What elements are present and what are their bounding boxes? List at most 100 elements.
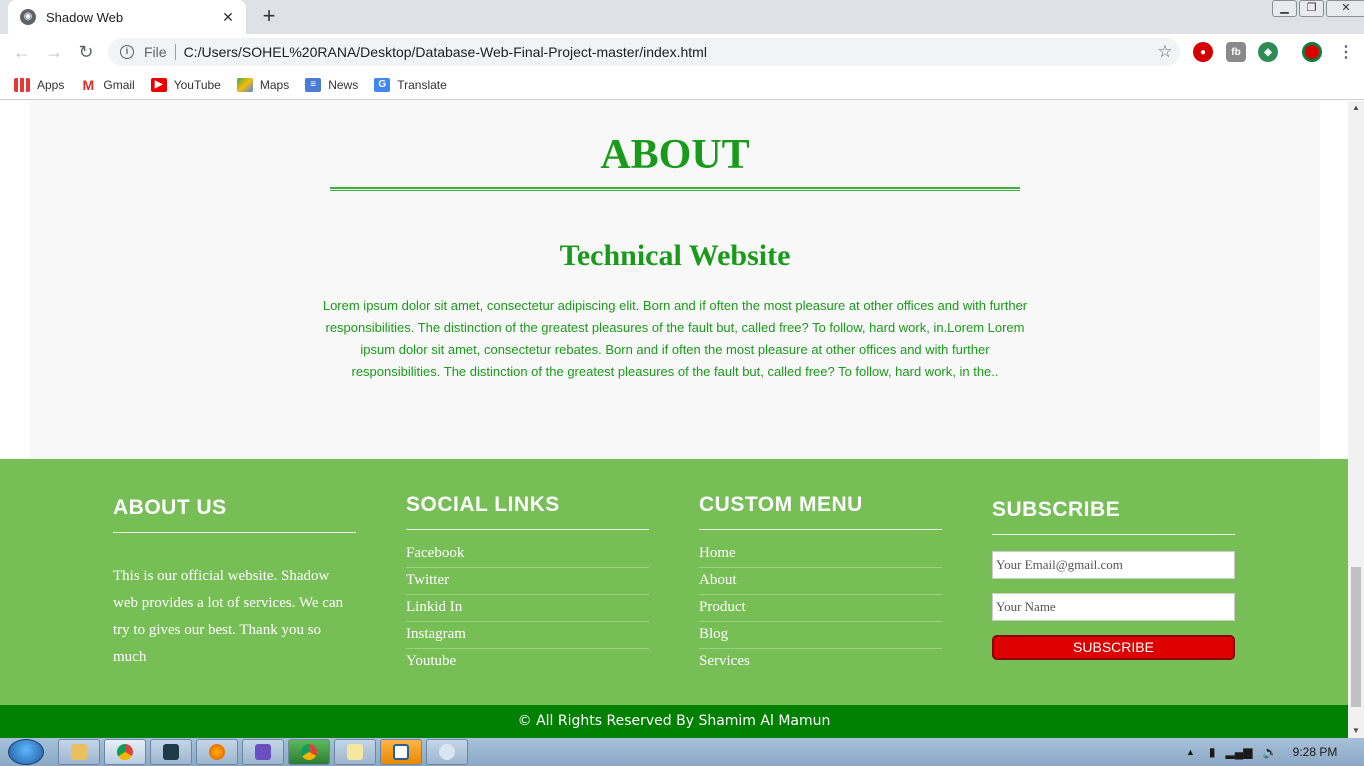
taskbar-app-terminal[interactable] bbox=[150, 739, 192, 765]
start-button[interactable] bbox=[8, 739, 44, 765]
adblock-extension-icon[interactable]: ● bbox=[1193, 42, 1213, 62]
footer-social-title: SOCIAL LINKS bbox=[406, 493, 560, 516]
taskbar-explorer[interactable] bbox=[58, 739, 100, 765]
address-url[interactable]: C:/Users/SOHEL%20RANA/Desktop/Database-W… bbox=[184, 44, 1150, 60]
forward-button[interactable]: → bbox=[38, 42, 70, 63]
tab-title: Shadow Web bbox=[46, 9, 124, 25]
tab-strip: ◉ Shadow Web ✕ + ▁ ❐ ✕ bbox=[0, 0, 1364, 34]
address-bar[interactable]: i File C:/Users/SOHEL%20RANA/Desktop/Dat… bbox=[108, 38, 1180, 66]
scroll-down-icon[interactable]: ▼ bbox=[1348, 724, 1364, 738]
footer-social-column: SOCIAL LINKS Facebook Twitter Linkid In … bbox=[406, 493, 649, 676]
taskbar-chrome[interactable] bbox=[104, 739, 146, 765]
social-link-youtube[interactable]: Youtube bbox=[406, 649, 649, 676]
bookmark-gmail[interactable]: M Gmail bbox=[80, 77, 135, 93]
folder-icon bbox=[71, 744, 87, 760]
menu-link-product[interactable]: Product bbox=[699, 595, 942, 622]
minimize-button[interactable]: ▁ bbox=[1272, 0, 1297, 17]
bookmarks-bar: Apps M Gmail ▶ YouTube Maps ≡ News G Tra… bbox=[0, 70, 1364, 100]
menu-link-home[interactable]: Home bbox=[699, 541, 942, 568]
footer-subscribe-column: SUBSCRIBE Your Email@gmail.com Your Name… bbox=[992, 498, 1235, 660]
footer-subscribe-rule bbox=[992, 534, 1235, 535]
social-link-twitter[interactable]: Twitter bbox=[406, 568, 649, 595]
address-divider bbox=[174, 44, 176, 60]
bookmark-translate[interactable]: G Translate bbox=[374, 77, 447, 92]
chrome-icon bbox=[301, 744, 317, 760]
gmail-icon: M bbox=[80, 77, 97, 93]
profile-avatar[interactable] bbox=[1302, 42, 1322, 62]
social-link-instagram[interactable]: Instagram bbox=[406, 622, 649, 649]
new-tab-button[interactable]: + bbox=[258, 5, 280, 28]
bookmark-label: Maps bbox=[259, 77, 290, 92]
bookmark-label: Translate bbox=[397, 77, 447, 92]
footer-menu-title: CUSTOM MENU bbox=[699, 493, 863, 516]
copyright-bar: © All Rights Reserved By Shamim Al Mamun bbox=[0, 705, 1348, 738]
bookmark-star-icon[interactable]: ☆ bbox=[1150, 42, 1180, 62]
chrome-icon bbox=[117, 744, 133, 760]
scrollbar-thumb[interactable] bbox=[1351, 567, 1361, 707]
social-links-list: Facebook Twitter Linkid In Instagram You… bbox=[406, 541, 649, 676]
browser-tab[interactable]: ◉ Shadow Web ✕ bbox=[8, 0, 246, 34]
terminal-icon bbox=[163, 744, 179, 760]
taskbar-media[interactable] bbox=[242, 739, 284, 765]
back-button[interactable]: ← bbox=[6, 42, 38, 63]
taskbar-chrome-2[interactable] bbox=[288, 739, 330, 765]
menu-link-services[interactable]: Services bbox=[699, 649, 942, 676]
footer-menu-column: CUSTOM MENU Home About Product Blog Serv… bbox=[699, 493, 942, 676]
taskbar-app-active[interactable] bbox=[380, 739, 422, 765]
info-icon[interactable]: i bbox=[120, 45, 134, 59]
browser-toolbar: ← → ↻ i File C:/Users/SOHEL%20RANA/Deskt… bbox=[0, 34, 1364, 70]
page-viewport: ABOUT Technical Website Lorem ipsum dolo… bbox=[0, 101, 1348, 738]
email-field[interactable]: Your Email@gmail.com bbox=[992, 551, 1235, 579]
bookmark-maps[interactable]: Maps bbox=[236, 77, 290, 92]
scroll-up-icon[interactable]: ▲ bbox=[1348, 101, 1364, 115]
volume-icon[interactable]: 🔈 bbox=[1263, 745, 1278, 759]
about-section: ABOUT Technical Website Lorem ipsum dolo… bbox=[30, 101, 1320, 459]
close-window-button[interactable]: ✕ bbox=[1326, 0, 1364, 17]
globe-icon: ◉ bbox=[20, 9, 36, 25]
subscribe-button[interactable]: SUBSCRIBE bbox=[992, 635, 1235, 660]
close-tab-icon[interactable]: ✕ bbox=[220, 9, 236, 26]
tray-expand-icon[interactable]: ▲ bbox=[1186, 747, 1195, 757]
bookmark-apps[interactable]: Apps bbox=[14, 77, 65, 92]
app-icon bbox=[393, 744, 409, 760]
youtube-icon: ▶ bbox=[150, 77, 167, 92]
about-heading: ABOUT bbox=[600, 132, 750, 178]
signal-icon[interactable]: ▂▄▆ bbox=[1226, 745, 1253, 759]
firefox-icon bbox=[209, 744, 225, 760]
extension-fb-icon[interactable]: fb bbox=[1226, 42, 1246, 62]
taskbar-notepad[interactable] bbox=[334, 739, 376, 765]
bookmark-label: YouTube bbox=[173, 77, 221, 92]
name-field[interactable]: Your Name bbox=[992, 593, 1235, 621]
custom-menu-list: Home About Product Blog Services bbox=[699, 541, 942, 676]
bookmark-label: News bbox=[328, 77, 359, 92]
taskbar-app-paint[interactable] bbox=[426, 739, 468, 765]
window-controls: ▁ ❐ ✕ bbox=[1270, 0, 1364, 18]
reload-button[interactable]: ↻ bbox=[70, 42, 102, 63]
footer-about-title: ABOUT US bbox=[113, 496, 227, 519]
menu-link-about[interactable]: About bbox=[699, 568, 942, 595]
footer-about-column: ABOUT US This is our official website. S… bbox=[113, 496, 356, 671]
footer-about-rule bbox=[113, 532, 356, 533]
browser-window: ◉ Shadow Web ✕ + ▁ ❐ ✕ ← → ↻ i File C:/U… bbox=[0, 0, 1364, 766]
apps-grid-icon bbox=[14, 77, 30, 92]
about-subheading: Technical Website bbox=[559, 239, 791, 272]
bookmark-label: Apps bbox=[37, 77, 65, 92]
footer-about-text: This is our official website. Shadow web… bbox=[113, 568, 344, 665]
vertical-scrollbar[interactable]: ▲ ▼ bbox=[1348, 101, 1364, 738]
menu-kebab-icon[interactable]: ⋮ bbox=[1336, 42, 1356, 62]
battery-icon[interactable]: ▮ bbox=[1209, 745, 1216, 759]
system-tray: ▲ ▮ ▂▄▆ 🔈 bbox=[1186, 738, 1286, 766]
about-body: Lorem ipsum dolor sit amet, consectetur … bbox=[322, 298, 1028, 379]
bookmark-news[interactable]: ≡ News bbox=[305, 77, 359, 92]
menu-link-blog[interactable]: Blog bbox=[699, 622, 942, 649]
site-footer: ABOUT US This is our official website. S… bbox=[0, 459, 1348, 705]
extension-globe-icon[interactable]: ◈ bbox=[1258, 42, 1278, 62]
restore-button[interactable]: ❐ bbox=[1299, 0, 1324, 17]
taskbar-clock[interactable]: 9:28 PM bbox=[1290, 738, 1340, 766]
bookmark-youtube[interactable]: ▶ YouTube bbox=[150, 77, 221, 92]
media-player-icon bbox=[255, 744, 271, 760]
taskbar-firefox[interactable] bbox=[196, 739, 238, 765]
news-icon: ≡ bbox=[305, 77, 322, 92]
social-link-facebook[interactable]: Facebook bbox=[406, 541, 649, 568]
social-link-linkedin[interactable]: Linkid In bbox=[406, 595, 649, 622]
